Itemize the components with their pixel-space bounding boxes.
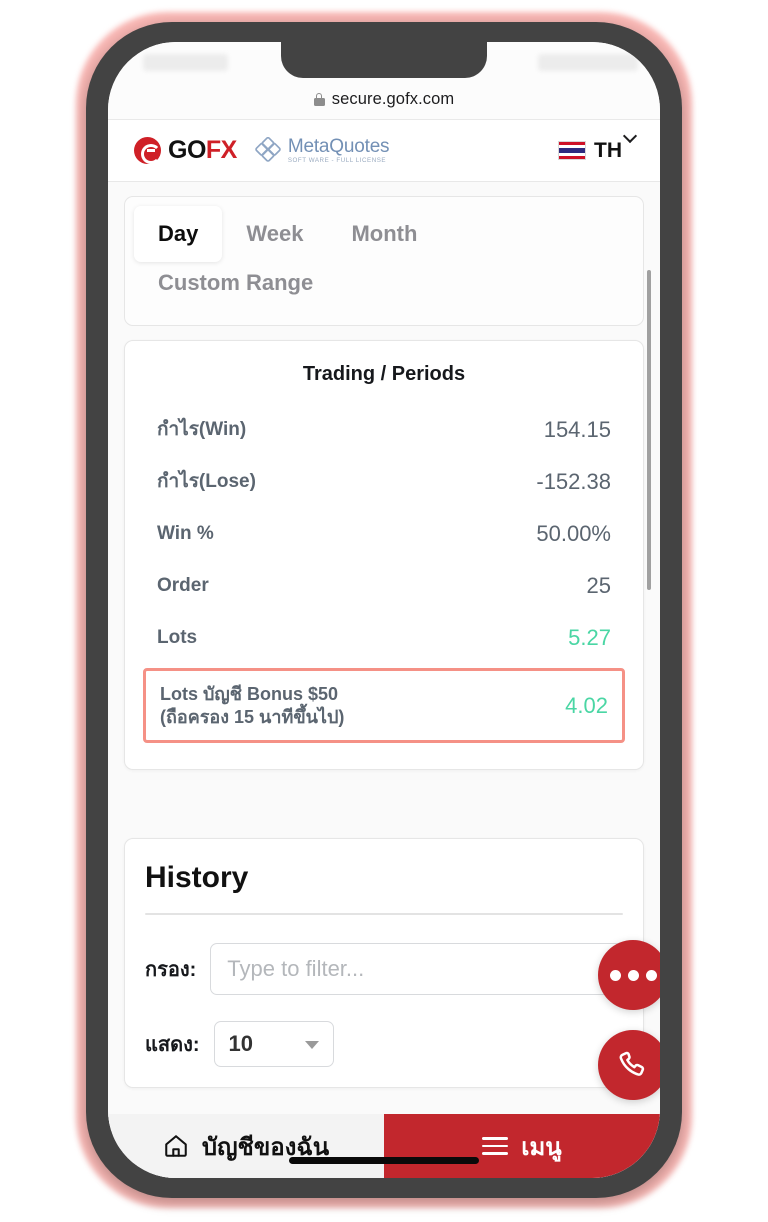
nav-item-my-account[interactable]: บัญชีของฉัน [108,1114,384,1178]
show-label: แสดง: [145,1034,200,1056]
period-tabs-card: Day Week Month Custom Range [124,196,644,326]
bottom-navigation: บัญชีของฉัน เมนู [108,1114,660,1178]
show-entries-select[interactable]: 10 [213,1021,334,1067]
metaquotes-mark-icon [255,137,281,163]
phone-mockup-scene: secure.gofx.com GOFX MetaQuotes SOFT WAR… [0,0,768,1222]
stat-value-win: 154.15 [543,417,611,442]
lock-icon [313,93,325,106]
chevron-down-icon [304,1041,319,1049]
period-tabs-row-primary: Day Week Month [134,206,634,262]
stat-label-order: Order [157,575,209,597]
home-icon [165,1135,187,1157]
stat-row-win: กำไร(Win) 154.15 [143,404,625,456]
phone-notch [281,42,487,78]
browser-url-bar[interactable]: secure.gofx.com [108,80,660,120]
stat-label-win-percent: Win % [157,523,214,545]
stat-value-bonus-lots: 4.02 [565,692,608,718]
show-entries-value: 10 [228,1031,253,1056]
stat-label-win: กำไร(Win) [157,419,247,441]
stat-label-lose: กำไร(Lose) [157,471,256,493]
stat-label-lots: Lots [157,627,198,649]
trading-stats-card: Trading / Periods กำไร(Win) 154.15 กำไร(… [124,340,644,770]
metaquotes-tagline: SOFT WARE - FULL LICENSE [287,157,387,165]
stat-row-order: Order 25 [143,560,625,612]
history-card: History กรอง: แสดง: 10 [124,838,644,1088]
nav-item-menu[interactable]: เมนู [384,1114,660,1178]
stats-card-title: Trading / Periods [302,363,466,385]
site-header: GOFX MetaQuotes SOFT WARE - FULL LICENSE [108,120,660,182]
page-scrollbar[interactable] [647,270,651,590]
gofx-wordmark-fx: FX [205,136,237,164]
status-bar-left-blur [143,54,228,71]
tab-week[interactable]: Week [222,206,327,262]
tab-month[interactable]: Month [327,206,441,262]
chevron-down-icon [625,131,638,144]
history-filter-row: กรอง: [145,943,623,995]
stat-row-win-percent: Win % 50.00% [143,508,625,560]
language-selector[interactable]: TH [558,139,638,163]
filter-input[interactable] [210,943,623,995]
period-tabs-row-secondary: Custom Range [134,262,634,311]
tab-custom-range[interactable]: Custom Range [134,262,337,311]
stat-value-order: 25 [586,573,611,598]
stat-value-lose: -152.38 [536,469,611,494]
history-show-row: แสดง: 10 [145,1021,623,1067]
status-bar-right-blur [538,54,638,71]
tab-day[interactable]: Day [134,206,223,262]
stat-value-win-percent: 50.00% [536,521,611,546]
phone-screen: secure.gofx.com GOFX MetaQuotes SOFT WAR… [108,42,660,1178]
gofx-logo[interactable]: GOFX [134,137,237,164]
gofx-wordmark-go: GO [168,136,206,164]
page-content: Day Week Month Custom Range Trading / Pe… [108,182,660,1178]
hamburger-icon [482,1137,509,1155]
stat-row-bonus-lots: Lots บัญชี Bonus $50 (ถือครอง 15 นาทีขึ้… [143,668,625,743]
gofx-mark-icon [134,137,161,164]
language-code: TH [594,138,622,162]
gofx-wordmark: GOFX [168,138,237,163]
phone-icon [619,1051,645,1076]
nav-label-menu: เมนู [521,1133,562,1161]
ellipsis-icon [609,969,657,981]
stat-label-bonus-lots-line2: (ถือครอง 15 นาทีขึ้นไป) [160,706,345,727]
thai-flag-icon [558,141,586,160]
stat-row-lots: Lots 5.27 [143,612,625,664]
history-title: History [145,861,249,894]
stat-label-bonus-lots-line1: Lots บัญชี Bonus $50 [160,684,339,704]
metaquotes-name: MetaQuotes [287,135,390,157]
history-divider [145,913,623,915]
stat-label-bonus-lots: Lots บัญชี Bonus $50 (ถือครอง 15 นาทีขึ้… [160,683,344,728]
stat-value-lots: 5.27 [568,625,611,650]
home-indicator [289,1157,479,1164]
url-text: secure.gofx.com [331,90,455,108]
call-support-fab[interactable] [598,1030,660,1100]
more-options-fab[interactable] [598,940,660,1010]
filter-label: กรอง: [145,959,197,981]
metaquotes-logo[interactable]: MetaQuotes SOFT WARE - FULL LICENSE [255,137,390,165]
stat-row-lose: กำไร(Lose) -152.38 [143,456,625,508]
